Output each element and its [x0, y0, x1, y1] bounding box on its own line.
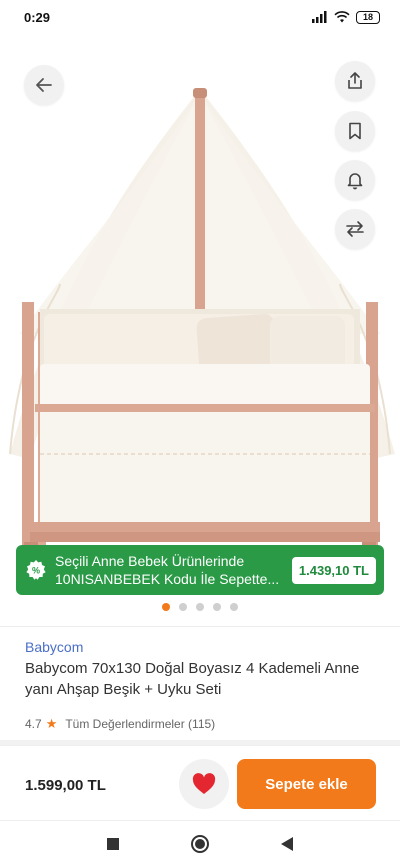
bottom-action-bar: 1.599,00 TL Sepete ekle [0, 745, 400, 820]
promo-text: Seçili Anne Bebek Ürünlerinde 10NISANBEB… [55, 552, 292, 588]
carousel-dot[interactable] [230, 603, 238, 611]
price-alert-button[interactable] [335, 160, 375, 200]
heart-icon [192, 773, 216, 794]
wifi-icon [334, 11, 350, 23]
svg-text:%: % [32, 566, 40, 576]
rating-row[interactable]: 4.7 ★ Tüm Değerlendirmeler (115) [25, 716, 215, 732]
signal-icon [312, 11, 327, 23]
battery-icon: 18 [356, 10, 380, 24]
promo-price-badge: 1.439,10 TL [291, 556, 376, 584]
circle-icon [190, 834, 209, 853]
divider [0, 626, 400, 627]
product-price: 1.599,00 TL [25, 777, 106, 794]
home-button[interactable] [188, 832, 212, 856]
promo-line-1: Seçili Anne Bebek Ürünlerinde [55, 553, 245, 569]
status-icons: 18 [312, 10, 380, 24]
brand-link[interactable]: Babycom [25, 639, 83, 655]
arrow-left-icon [36, 78, 52, 92]
carousel-dot[interactable] [196, 603, 204, 611]
favorite-button[interactable] [179, 759, 229, 809]
product-title: Babycom 70x130 Doğal Boyasız 4 Kademeli … [25, 660, 360, 698]
carousel-dot[interactable] [213, 603, 221, 611]
square-icon [107, 837, 120, 850]
carousel-dot[interactable] [179, 603, 187, 611]
bookmark-button[interactable] [335, 111, 375, 151]
recents-button[interactable] [101, 832, 125, 856]
bell-icon [347, 173, 363, 190]
share-icon [348, 72, 362, 89]
carousel-dot[interactable] [162, 603, 170, 611]
compare-arrows-icon [346, 221, 364, 237]
compare-button[interactable] [335, 209, 375, 249]
rating-value: 4.7 [25, 717, 42, 731]
add-to-cart-button[interactable]: Sepete ekle [237, 759, 376, 809]
carousel-indicator [0, 603, 400, 611]
back-button[interactable] [24, 65, 64, 105]
promo-line-2: 10NISANBEBEK Kodu İle Sepette... [55, 571, 280, 587]
gear-badge-icon: % [26, 560, 46, 580]
back-nav-button[interactable] [275, 832, 299, 856]
status-time: 0:29 [24, 9, 51, 25]
product-detail-screen: 0:29 18 % Seçili Anne Bebek Ürünlerinde … [0, 0, 400, 866]
promo-banner[interactable]: % Seçili Anne Bebek Ürünlerinde 10NISANB… [16, 545, 384, 595]
status-bar: 0:29 18 [0, 0, 400, 34]
share-button[interactable] [335, 61, 375, 101]
system-nav-bar [0, 820, 400, 866]
star-icon: ★ [45, 716, 58, 731]
triangle-back-icon [280, 836, 293, 851]
bookmark-icon [349, 122, 361, 140]
product-image-carousel[interactable] [0, 34, 400, 594]
reviews-link[interactable]: Tüm Değerlendirmeler (115) [65, 717, 215, 731]
